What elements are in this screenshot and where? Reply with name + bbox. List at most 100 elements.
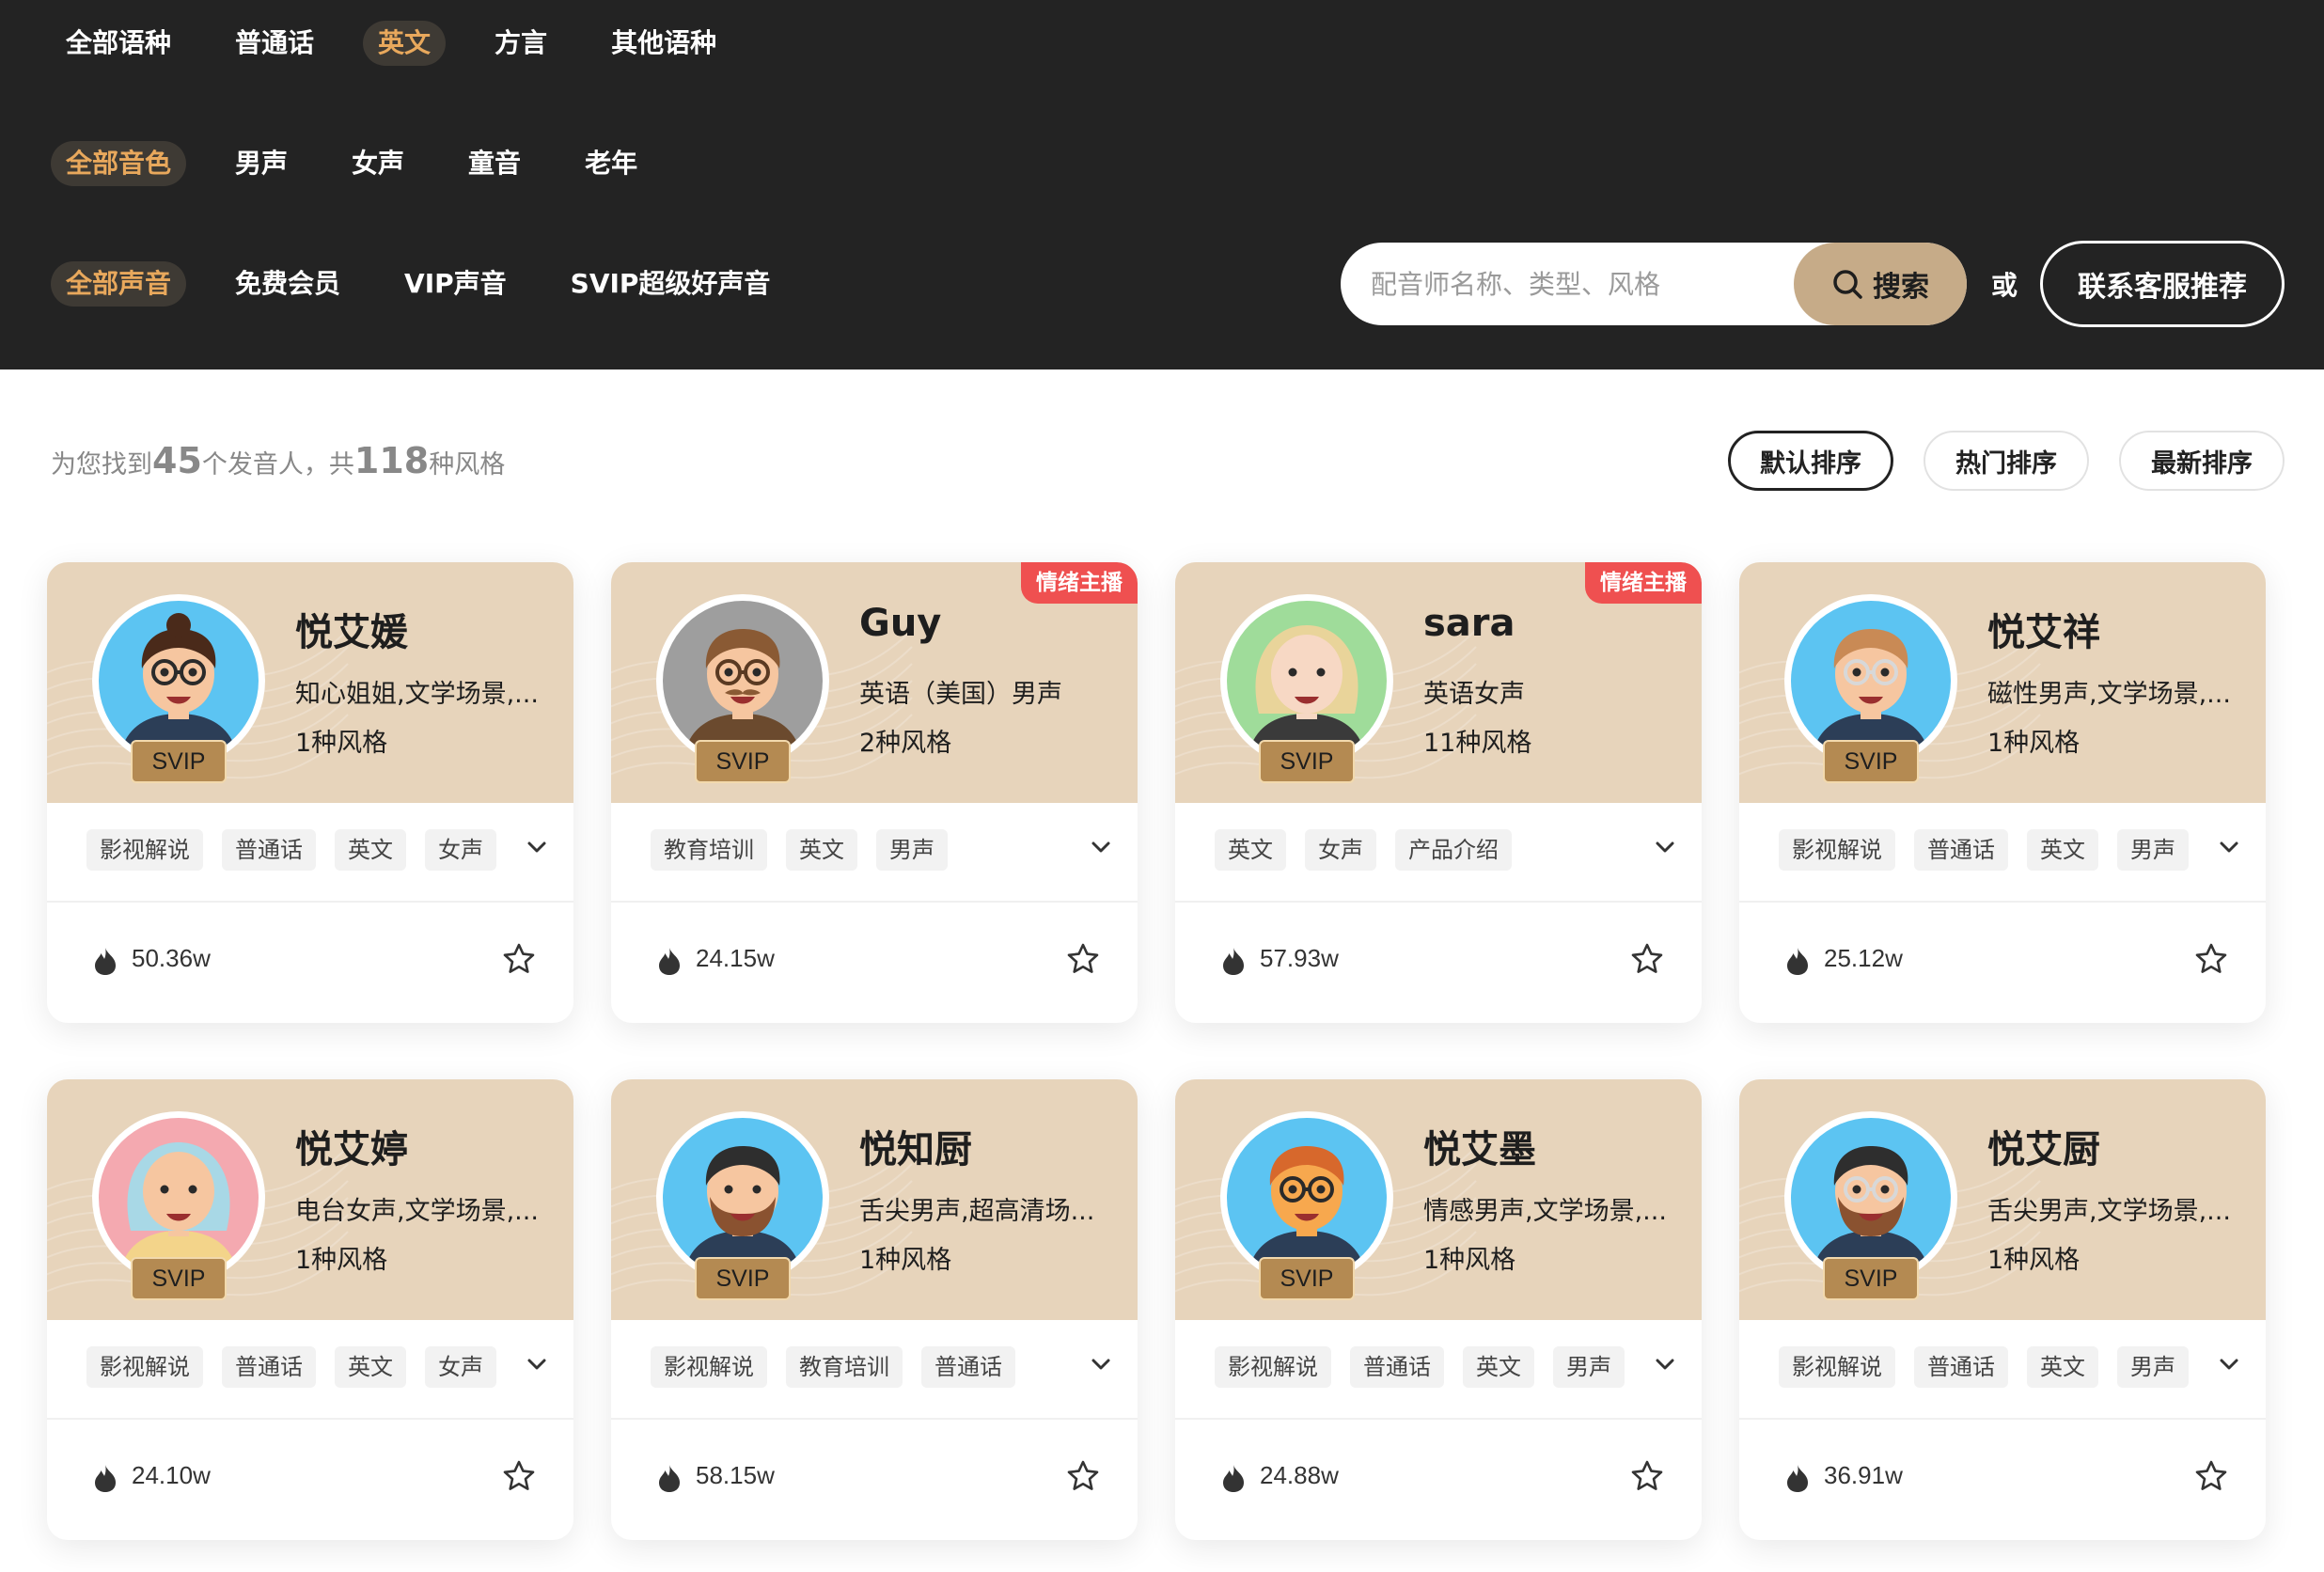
card-divider — [47, 1418, 573, 1420]
voice-description: 舌尖男声,超高清场... — [859, 1197, 1095, 1226]
voice-name[interactable]: 悦艾婷 — [295, 1119, 408, 1173]
sort-default-button[interactable]: 默认排序 — [1728, 431, 1893, 491]
chevron-down-icon[interactable] — [1655, 1354, 1675, 1375]
flame-icon — [1223, 1465, 1244, 1492]
favorite-star-icon[interactable] — [1066, 1459, 1100, 1493]
flame-icon — [659, 948, 680, 975]
chevron-down-icon[interactable] — [2219, 1354, 2239, 1375]
search-button-label: 搜索 — [1873, 271, 1929, 304]
favorite-star-icon[interactable] — [502, 1459, 536, 1493]
style-count: 1种风格 — [295, 1246, 388, 1275]
filter-timbre-male[interactable]: 男声 — [220, 141, 303, 186]
voice-card[interactable]: SVIP Guy 英语（美国）男声 2种风格 情绪主播 教育培训 英文 男声 24.… — [611, 562, 1138, 1023]
voice-name[interactable]: 悦知厨 — [859, 1119, 972, 1173]
tag-list: 影视解说 教育培训 普通话 — [651, 1346, 1034, 1388]
voice-description: 磁性男声,文学场景,... — [1987, 680, 2231, 709]
filter-language-all[interactable]: 全部语种 — [51, 21, 186, 66]
voice-card[interactable]: SVIP 悦艾婷 电台女声,文学场景,... 1种风格 影视解说 普通话 英文 女声 … — [47, 1079, 573, 1540]
filter-membership-vip[interactable]: VIP声音 — [389, 261, 522, 307]
filter-membership-svip[interactable]: SVIP超级好声音 — [556, 261, 786, 307]
or-text: 或 — [1991, 270, 2018, 301]
voice-name[interactable]: 悦艾祥 — [1987, 602, 2100, 656]
filter-timbre-child[interactable]: 童音 — [453, 141, 536, 186]
filter-timbre-all[interactable]: 全部音色 — [51, 141, 187, 186]
svip-badge: SVIP — [131, 740, 227, 783]
chevron-down-icon[interactable] — [1091, 837, 1111, 857]
voice-description: 英语女声 — [1423, 680, 1525, 709]
chevron-down-icon[interactable] — [526, 1354, 547, 1375]
voice-tag: 影视解说 — [1779, 1346, 1895, 1388]
play-count: 57.93w — [1260, 944, 1339, 972]
style-count: 1种风格 — [859, 1246, 952, 1275]
filter-language-english[interactable]: 英文 — [363, 21, 447, 66]
search-bar: 搜索 — [1341, 243, 1967, 325]
favorite-star-icon[interactable] — [2194, 1459, 2228, 1493]
play-count: 24.88w — [1260, 1461, 1339, 1489]
flame-icon — [1787, 948, 1808, 975]
favorite-star-icon[interactable] — [1066, 942, 1100, 976]
flame-icon — [659, 1465, 680, 1492]
tag-list: 教育培训 英文 男声 — [651, 829, 966, 871]
emotion-anchor-badge: 情绪主播 — [1021, 562, 1138, 604]
voice-description: 电台女声,文学场景,... — [295, 1197, 539, 1226]
style-count: 11种风格 — [1423, 729, 1532, 758]
voice-name[interactable]: 悦艾厨 — [1987, 1119, 2100, 1173]
filter-membership-free[interactable]: 免费会员 — [220, 261, 355, 307]
chevron-down-icon[interactable] — [2219, 837, 2239, 857]
chevron-down-icon[interactable] — [526, 837, 547, 857]
card-header: SVIP 悦艾媛 知心姐姐,文学场景,... 1种风格 — [47, 562, 573, 803]
voice-tag: 英文 — [786, 829, 857, 871]
card-header: SVIP Guy 英语（美国）男声 2种风格 情绪主播 — [611, 562, 1138, 803]
voice-card[interactable]: SVIP 悦艾祥 磁性男声,文学场景,... 1种风格 影视解说 普通话 英文 男声 … — [1739, 562, 2266, 1023]
filter-membership-all[interactable]: 全部声音 — [51, 261, 187, 307]
voice-name[interactable]: Guy — [859, 602, 941, 645]
male-beard-glasses-avatar-icon — [1791, 1118, 1951, 1278]
play-count: 50.36w — [132, 944, 211, 972]
result-middle: 个发音人，共 — [201, 450, 354, 479]
male-mustache-avatar-icon — [663, 601, 823, 761]
voice-card[interactable]: SVIP 悦艾媛 知心姐姐,文学场景,... 1种风格 影视解说 普通话 英文 女声 … — [47, 562, 573, 1023]
voice-tag: 英文 — [2027, 1346, 2098, 1388]
card-divider — [611, 1418, 1138, 1420]
sort-newest-button[interactable]: 最新排序 — [2119, 431, 2285, 491]
card-divider — [1739, 901, 2266, 903]
search-button[interactable]: 搜索 — [1794, 243, 1967, 325]
svip-badge: SVIP — [1259, 740, 1355, 783]
voice-tag: 普通话 — [921, 1346, 1015, 1388]
favorite-star-icon[interactable] — [1630, 1459, 1664, 1493]
voice-card[interactable]: SVIP 悦艾厨 舌尖男声,文学场景,... 1种风格 影视解说 普通话 英文 男声 … — [1739, 1079, 2266, 1540]
filter-language-other[interactable]: 其他语种 — [596, 21, 731, 66]
voice-tag: 教育培训 — [651, 829, 767, 871]
voice-tag: 普通话 — [1914, 829, 2008, 871]
voice-tag: 普通话 — [222, 829, 316, 871]
voice-tag: 女声 — [1305, 829, 1376, 871]
sort-popular-button[interactable]: 热门排序 — [1924, 431, 2089, 491]
voice-tag: 英文 — [335, 829, 406, 871]
voice-card[interactable]: SVIP sara 英语女声 11种风格 情绪主播 英文 女声 产品介绍 57.93… — [1175, 562, 1702, 1023]
card-header: SVIP 悦艾婷 电台女声,文学场景,... 1种风格 — [47, 1079, 573, 1320]
chevron-down-icon[interactable] — [1655, 837, 1675, 857]
chevron-down-icon[interactable] — [1091, 1354, 1111, 1375]
favorite-star-icon[interactable] — [2194, 942, 2228, 976]
svip-badge: SVIP — [131, 1257, 227, 1300]
filter-language-mandarin[interactable]: 普通话 — [220, 21, 329, 66]
filter-timbre-female[interactable]: 女声 — [337, 141, 419, 186]
tag-list: 影视解说 普通话 英文 女声 — [86, 829, 515, 871]
contact-support-button[interactable]: 联系客服推荐 — [2040, 241, 2285, 327]
voice-name[interactable]: 悦艾墨 — [1423, 1119, 1536, 1173]
play-count: 24.10w — [132, 1461, 211, 1489]
filter-language-dialect[interactable]: 方言 — [479, 21, 562, 66]
voice-name[interactable]: 悦艾媛 — [295, 602, 408, 656]
filter-timbre-elderly[interactable]: 老年 — [570, 141, 652, 186]
card-header: SVIP 悦知厨 舌尖男声,超高清场... 1种风格 — [611, 1079, 1138, 1320]
voice-card[interactable]: SVIP 悦艾墨 情感男声,文学场景,... 1种风格 影视解说 普通话 英文 男声 … — [1175, 1079, 1702, 1540]
voice-tag: 英文 — [335, 1346, 406, 1388]
voice-card[interactable]: SVIP 悦知厨 舌尖男声,超高清场... 1种风格 影视解说 教育培训 普通话 5… — [611, 1079, 1138, 1540]
favorite-star-icon[interactable] — [502, 942, 536, 976]
favorite-star-icon[interactable] — [1630, 942, 1664, 976]
search-input[interactable] — [1341, 243, 1798, 325]
voice-tag: 英文 — [2027, 829, 2098, 871]
style-count: 2种风格 — [859, 729, 952, 758]
male-orange-hair-avatar-icon — [1227, 1118, 1387, 1278]
voice-name[interactable]: sara — [1423, 602, 1515, 645]
